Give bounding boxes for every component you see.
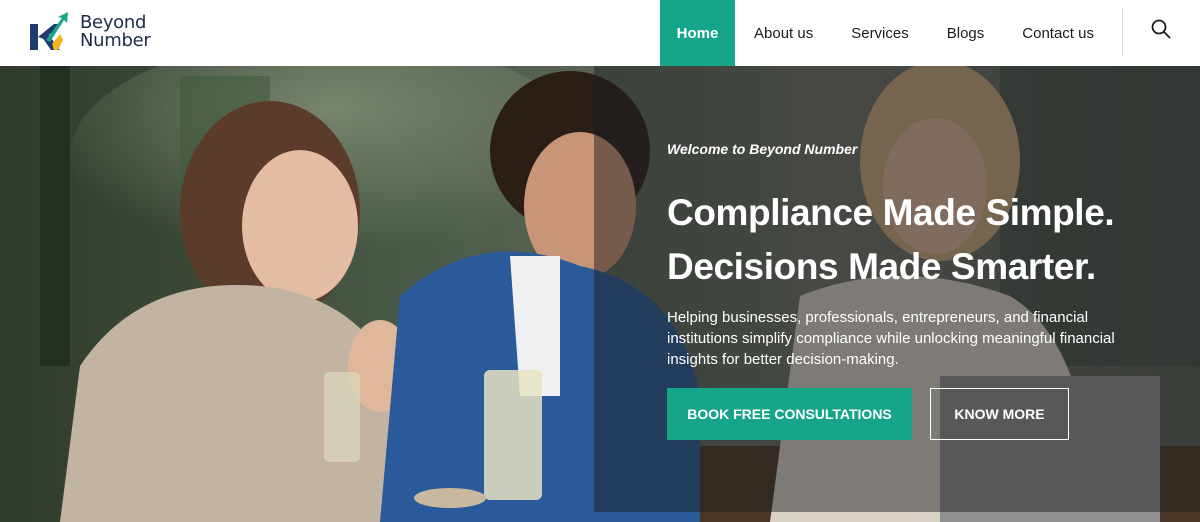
nav-divider bbox=[1122, 8, 1123, 56]
logo-mark-icon bbox=[30, 12, 68, 50]
hero-headline-line2: Decisions Made Smarter. bbox=[667, 246, 1096, 287]
search-icon bbox=[1151, 19, 1171, 39]
main-nav: Home About us Services Blogs Contact us bbox=[660, 0, 1113, 66]
hero-section: Welcome to Beyond Number Compliance Made… bbox=[0, 66, 1200, 522]
brand-logo[interactable]: Beyond Number bbox=[28, 9, 168, 55]
hero-description: Helping businesses, professionals, entre… bbox=[667, 309, 1115, 368]
search-button[interactable] bbox=[1150, 18, 1172, 40]
nav-item-about-us[interactable]: About us bbox=[735, 0, 832, 66]
hero-eyebrow: Welcome to Beyond Number bbox=[667, 141, 858, 157]
nav-item-home[interactable]: Home bbox=[660, 0, 735, 66]
nav-item-blogs[interactable]: Blogs bbox=[928, 0, 1004, 66]
brand-name-line2: Number bbox=[80, 30, 151, 51]
brand-name: Beyond Number bbox=[80, 14, 151, 50]
site-header: Beyond Number Home About us Services Blo… bbox=[0, 0, 1200, 66]
know-more-button[interactable]: KNOW MORE bbox=[930, 388, 1069, 440]
nav-item-contact-us[interactable]: Contact us bbox=[1003, 0, 1113, 66]
nav-item-services[interactable]: Services bbox=[832, 0, 928, 66]
hero-headline: Compliance Made Simple. Decisions Made S… bbox=[667, 186, 1115, 294]
book-consultation-button[interactable]: BOOK FREE CONSULTATIONS bbox=[667, 388, 912, 440]
hero-headline-line1: Compliance Made Simple. bbox=[667, 192, 1115, 233]
